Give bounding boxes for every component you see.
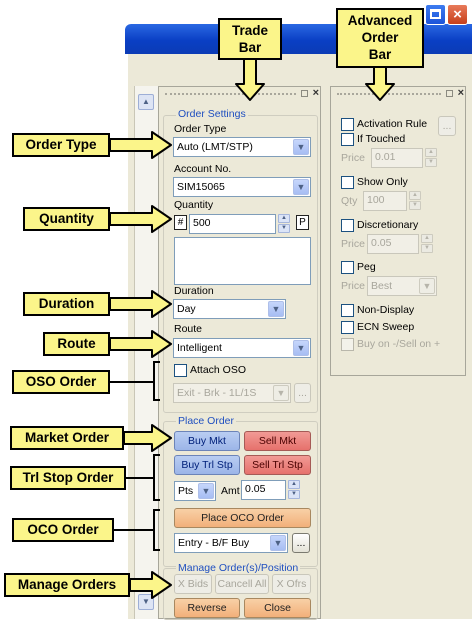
arrow-manage-orders bbox=[129, 571, 172, 599]
callout-duration: Duration bbox=[23, 292, 110, 316]
callout-market-order: Market Order bbox=[10, 426, 124, 450]
arrow-order-type bbox=[109, 131, 172, 159]
arrow-advanced-bar bbox=[365, 65, 395, 101]
callout-advanced-order-bar: Advanced Order Bar bbox=[336, 8, 424, 68]
arrow-trade-bar bbox=[235, 57, 265, 101]
callout-quantity: Quantity bbox=[23, 207, 110, 231]
arrow-market-order bbox=[123, 424, 172, 452]
arrow-quantity bbox=[109, 205, 172, 233]
arrow-route bbox=[109, 330, 172, 358]
bracket-oco bbox=[153, 509, 160, 551]
bracket-oso bbox=[153, 361, 160, 401]
callout-order-type: Order Type bbox=[12, 133, 110, 157]
callout-manage-orders: Manage Orders bbox=[4, 573, 130, 597]
callout-trade-bar: Trade Bar bbox=[218, 18, 282, 60]
callout-oco-order: OCO Order bbox=[12, 518, 114, 542]
callout-oso-order: OSO Order bbox=[12, 370, 110, 394]
arrow-duration bbox=[109, 290, 172, 318]
callout-trl-stop-order: Trl Stop Order bbox=[10, 466, 126, 490]
bracket-trl-stop bbox=[153, 454, 160, 501]
callout-route: Route bbox=[43, 332, 110, 356]
